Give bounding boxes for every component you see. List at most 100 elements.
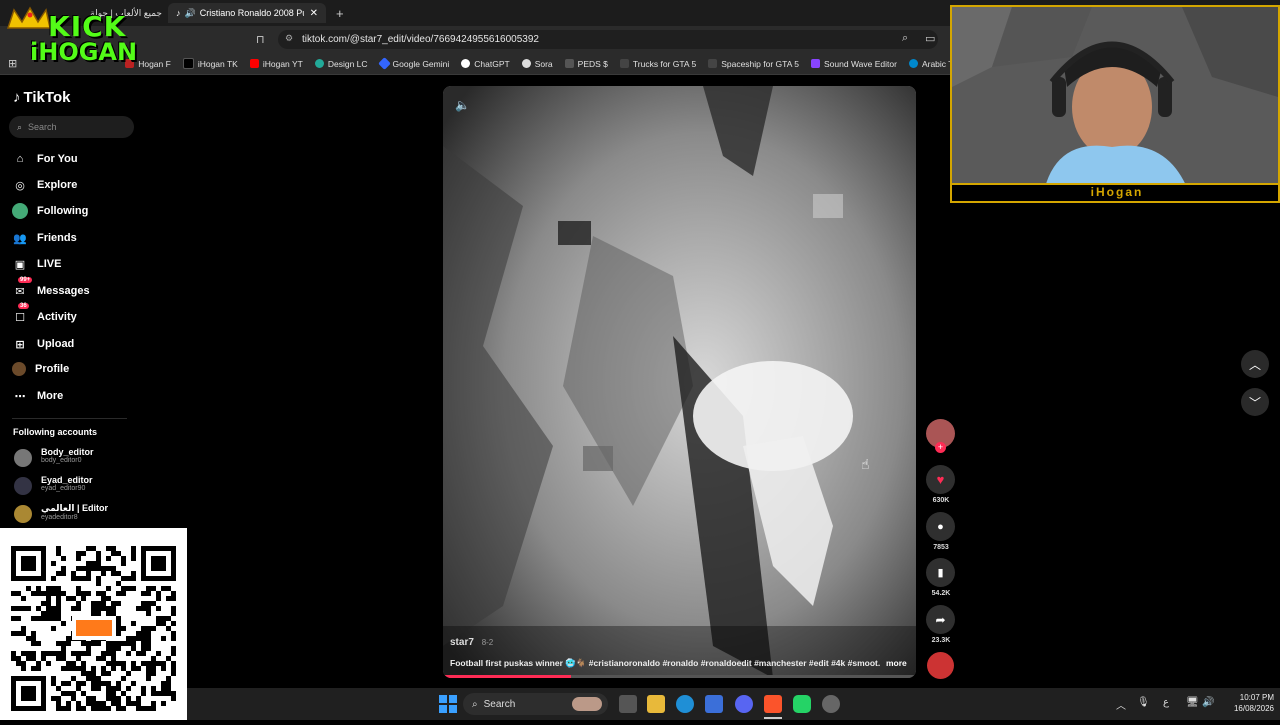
site-info-icon[interactable]: ⚙ xyxy=(285,33,293,44)
search-icon: ⌕ xyxy=(17,121,23,132)
nav-live[interactable]: ▣ LIVE xyxy=(12,256,62,272)
avatar xyxy=(14,477,32,495)
app-icon[interactable] xyxy=(822,695,840,713)
video-author[interactable]: star7 8-2 xyxy=(450,637,493,648)
speech-icon xyxy=(908,59,918,68)
streamer-name: iHogan xyxy=(1090,185,1144,199)
qr-code xyxy=(0,528,187,720)
following-account[interactable]: العالمي | Editor eyadeditor8 xyxy=(14,503,108,523)
mute-icon[interactable]: 🔈 xyxy=(455,98,470,112)
nav-explore[interactable]: ◎ Explore xyxy=(12,177,77,193)
brave-icon[interactable] xyxy=(764,695,782,713)
search-input[interactable]: ⌕ Search xyxy=(9,116,134,138)
search-icon: ⌕ xyxy=(472,698,478,710)
caption-more-link[interactable]: more xyxy=(886,658,907,668)
bookmark-favicon-icon xyxy=(564,59,574,68)
tiktok-note-icon: ♪ xyxy=(13,89,21,106)
like-button[interactable]: ♥ xyxy=(926,465,955,494)
comment-icon: ● xyxy=(937,520,944,533)
nav-profile[interactable]: Profile xyxy=(12,362,69,376)
avatar xyxy=(14,505,32,523)
chevron-up-icon[interactable]: ︿ xyxy=(1116,697,1126,712)
nav-friends[interactable]: 👥 Friends xyxy=(12,230,77,246)
nav-following[interactable]: Following xyxy=(12,203,88,219)
close-tab-icon[interactable]: ✕ xyxy=(310,8,318,19)
kick-ihogan-logo: KICK iHOGAN xyxy=(4,6,154,70)
chatgpt-icon xyxy=(461,59,471,68)
bookmark-item[interactable]: Sound Wave Editor xyxy=(811,59,897,69)
nav-activity[interactable]: ☐ 36 Activity xyxy=(12,303,77,325)
webcam-feed-image xyxy=(952,7,1278,201)
avatar-icon xyxy=(12,203,28,219)
qr-code-image xyxy=(11,546,176,711)
sound-wave-icon xyxy=(811,59,821,68)
bookmark-favicon-icon xyxy=(708,59,718,68)
microphone-icon[interactable]: 🎙 xyxy=(1137,697,1150,708)
save-button[interactable]: ▮ xyxy=(926,558,955,587)
following-accounts-header: Following accounts xyxy=(13,427,98,437)
follow-plus-icon[interactable]: + xyxy=(935,442,946,453)
comment-button[interactable]: ● xyxy=(926,512,955,541)
new-tab-button[interactable]: + xyxy=(336,6,344,21)
zoom-icon[interactable]: ⌕ xyxy=(902,32,908,45)
discord-icon[interactable] xyxy=(735,695,753,713)
save-count: 54.2K xyxy=(931,590,951,597)
audio-icon: 🔊 xyxy=(184,7,196,18)
nav-for-you[interactable]: ⌂ For You xyxy=(12,151,78,167)
bookmark-icon[interactable]: ⊓ xyxy=(256,33,265,46)
nav-messages[interactable]: ✉ 99+ Messages xyxy=(12,277,90,299)
divider xyxy=(12,418,127,419)
compass-icon: ◎ xyxy=(15,179,25,192)
following-account[interactable]: Body_editor body_editor0 xyxy=(14,447,94,467)
bookmark-item[interactable]: PEDS $ xyxy=(564,59,608,69)
progress-bar[interactable] xyxy=(443,675,916,678)
share-button[interactable]: ➦ xyxy=(926,605,955,634)
task-view-icon[interactable] xyxy=(619,695,637,713)
profile-icon xyxy=(12,362,26,376)
like-count: 630K xyxy=(932,497,950,504)
language-indicator[interactable]: ع xyxy=(1163,697,1169,708)
volume-icon[interactable]: 🔊 xyxy=(1202,697,1214,708)
bookmark-item[interactable]: Design LC xyxy=(314,59,368,69)
comment-count: 7853 xyxy=(933,544,949,551)
hand-cursor-icon: ☝ xyxy=(861,456,870,472)
edge-icon[interactable] xyxy=(676,695,694,713)
video-player[interactable]: 🔈 star7 8-2 Football first puskas winner… xyxy=(443,86,916,678)
bookmark-icon: ▮ xyxy=(937,567,944,579)
nav-more[interactable]: ⋯ More xyxy=(12,388,64,404)
previous-video-button[interactable]: ︿ xyxy=(1241,350,1269,378)
store-icon[interactable] xyxy=(705,695,723,713)
url-field[interactable]: ⚙ tiktok.com/@star7_edit/video/766942495… xyxy=(278,30,938,49)
start-icon[interactable] xyxy=(439,695,457,713)
music-disc-icon[interactable] xyxy=(927,652,954,679)
friends-icon: 👥 xyxy=(13,232,27,245)
file-explorer-icon[interactable] xyxy=(647,695,665,713)
next-video-button[interactable]: ﹀ xyxy=(1241,388,1269,416)
bookmark-item[interactable]: Trucks for GTA 5 xyxy=(619,59,696,69)
whatsapp-icon[interactable] xyxy=(793,695,811,713)
cast-icon[interactable]: ▭ xyxy=(925,32,935,45)
home-icon: ⌂ xyxy=(16,153,24,165)
chevron-down-icon: ﹀ xyxy=(1248,395,1261,410)
tiktok-logo[interactable]: ♪ TikTok xyxy=(13,89,70,106)
tab-active-video[interactable]: ♪ 🔊 Cristiano Ronaldo 2008 Puska ✕ xyxy=(168,3,326,23)
chevron-up-icon: ︿ xyxy=(1248,357,1261,372)
nav-upload[interactable]: ⊞ Upload xyxy=(12,336,74,352)
sora-icon xyxy=(521,59,531,68)
taskbar-search[interactable]: ⌕ Search xyxy=(463,693,608,715)
bookmark-item[interactable]: Spaceship for GTA 5 xyxy=(708,59,799,69)
network-icon[interactable]: 🖥 xyxy=(1186,697,1199,708)
bookmark-item[interactable]: iHogan YT xyxy=(249,59,303,69)
bookmark-item[interactable]: Sora xyxy=(521,59,553,69)
windows-taskbar: ⌕ Search ︿ 🎙 ع 🖥 🔊 10:07 PM 16/08/2026 xyxy=(187,688,1280,720)
video-caption: Football first puskas winner 🥶🐐 #cristia… xyxy=(450,658,880,668)
clock[interactable]: 10:07 PM 16/08/2026 xyxy=(1219,692,1274,714)
bookmark-item[interactable]: iHogan TK xyxy=(182,58,238,69)
bookmark-item[interactable]: ChatGPT xyxy=(461,59,510,69)
following-account[interactable]: Eyad_editor eyad_editor90 xyxy=(14,475,93,495)
share-icon: ➦ xyxy=(935,612,946,627)
search-highlight-icon xyxy=(572,697,602,711)
webcam-overlay: iHogan xyxy=(950,5,1280,203)
activity-icon: ☐ 36 xyxy=(15,303,29,324)
bookmark-item[interactable]: Google Gemini xyxy=(377,57,449,70)
